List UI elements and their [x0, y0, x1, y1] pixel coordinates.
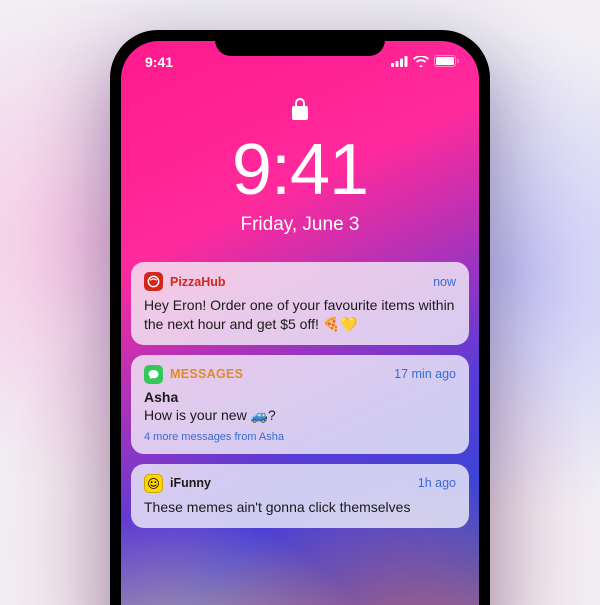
notification-body: Hey Eron! Order one of your favourite it… [144, 296, 456, 334]
ifunny-icon [144, 474, 163, 493]
lock-screen[interactable]: 9:41 9:41 Friday, June 3 [121, 41, 479, 605]
notification-body: These memes ain't gonna click themselves [144, 498, 456, 517]
wifi-icon [413, 54, 429, 70]
notification-time: 17 min ago [394, 367, 456, 381]
notification-time: now [433, 275, 456, 289]
pizzahub-icon [144, 272, 163, 291]
notification-time: 1h ago [418, 476, 456, 490]
messages-icon [144, 365, 163, 384]
lock-icon [291, 97, 309, 126]
notification-ifunny[interactable]: iFunny 1h ago These memes ain't gonna cl… [131, 464, 469, 528]
notification-messages[interactable]: MESSAGES 17 min ago Asha How is your new… [131, 355, 469, 454]
lock-date: Friday, June 3 [121, 214, 479, 236]
app-name: PizzaHub [170, 275, 426, 289]
notification-more: 4 more messages from Asha [144, 431, 456, 443]
notification-body: How is your new 🚙? [144, 406, 456, 425]
lock-area: 9:41 Friday, June 3 [121, 97, 479, 236]
notch [215, 30, 385, 56]
cellular-icon [391, 54, 408, 70]
notification-title: Asha [144, 389, 456, 405]
status-indicators [391, 54, 459, 70]
battery-icon [434, 54, 459, 70]
lock-time: 9:41 [121, 134, 479, 206]
notification-list: PizzaHub now Hey Eron! Order one of your… [121, 262, 479, 528]
status-time: 9:41 [145, 54, 173, 70]
app-name: iFunny [170, 476, 411, 490]
notification-pizzahub[interactable]: PizzaHub now Hey Eron! Order one of your… [131, 262, 469, 345]
phone-frame: 9:41 9:41 Friday, June 3 [110, 30, 490, 605]
app-name: MESSAGES [170, 367, 387, 381]
